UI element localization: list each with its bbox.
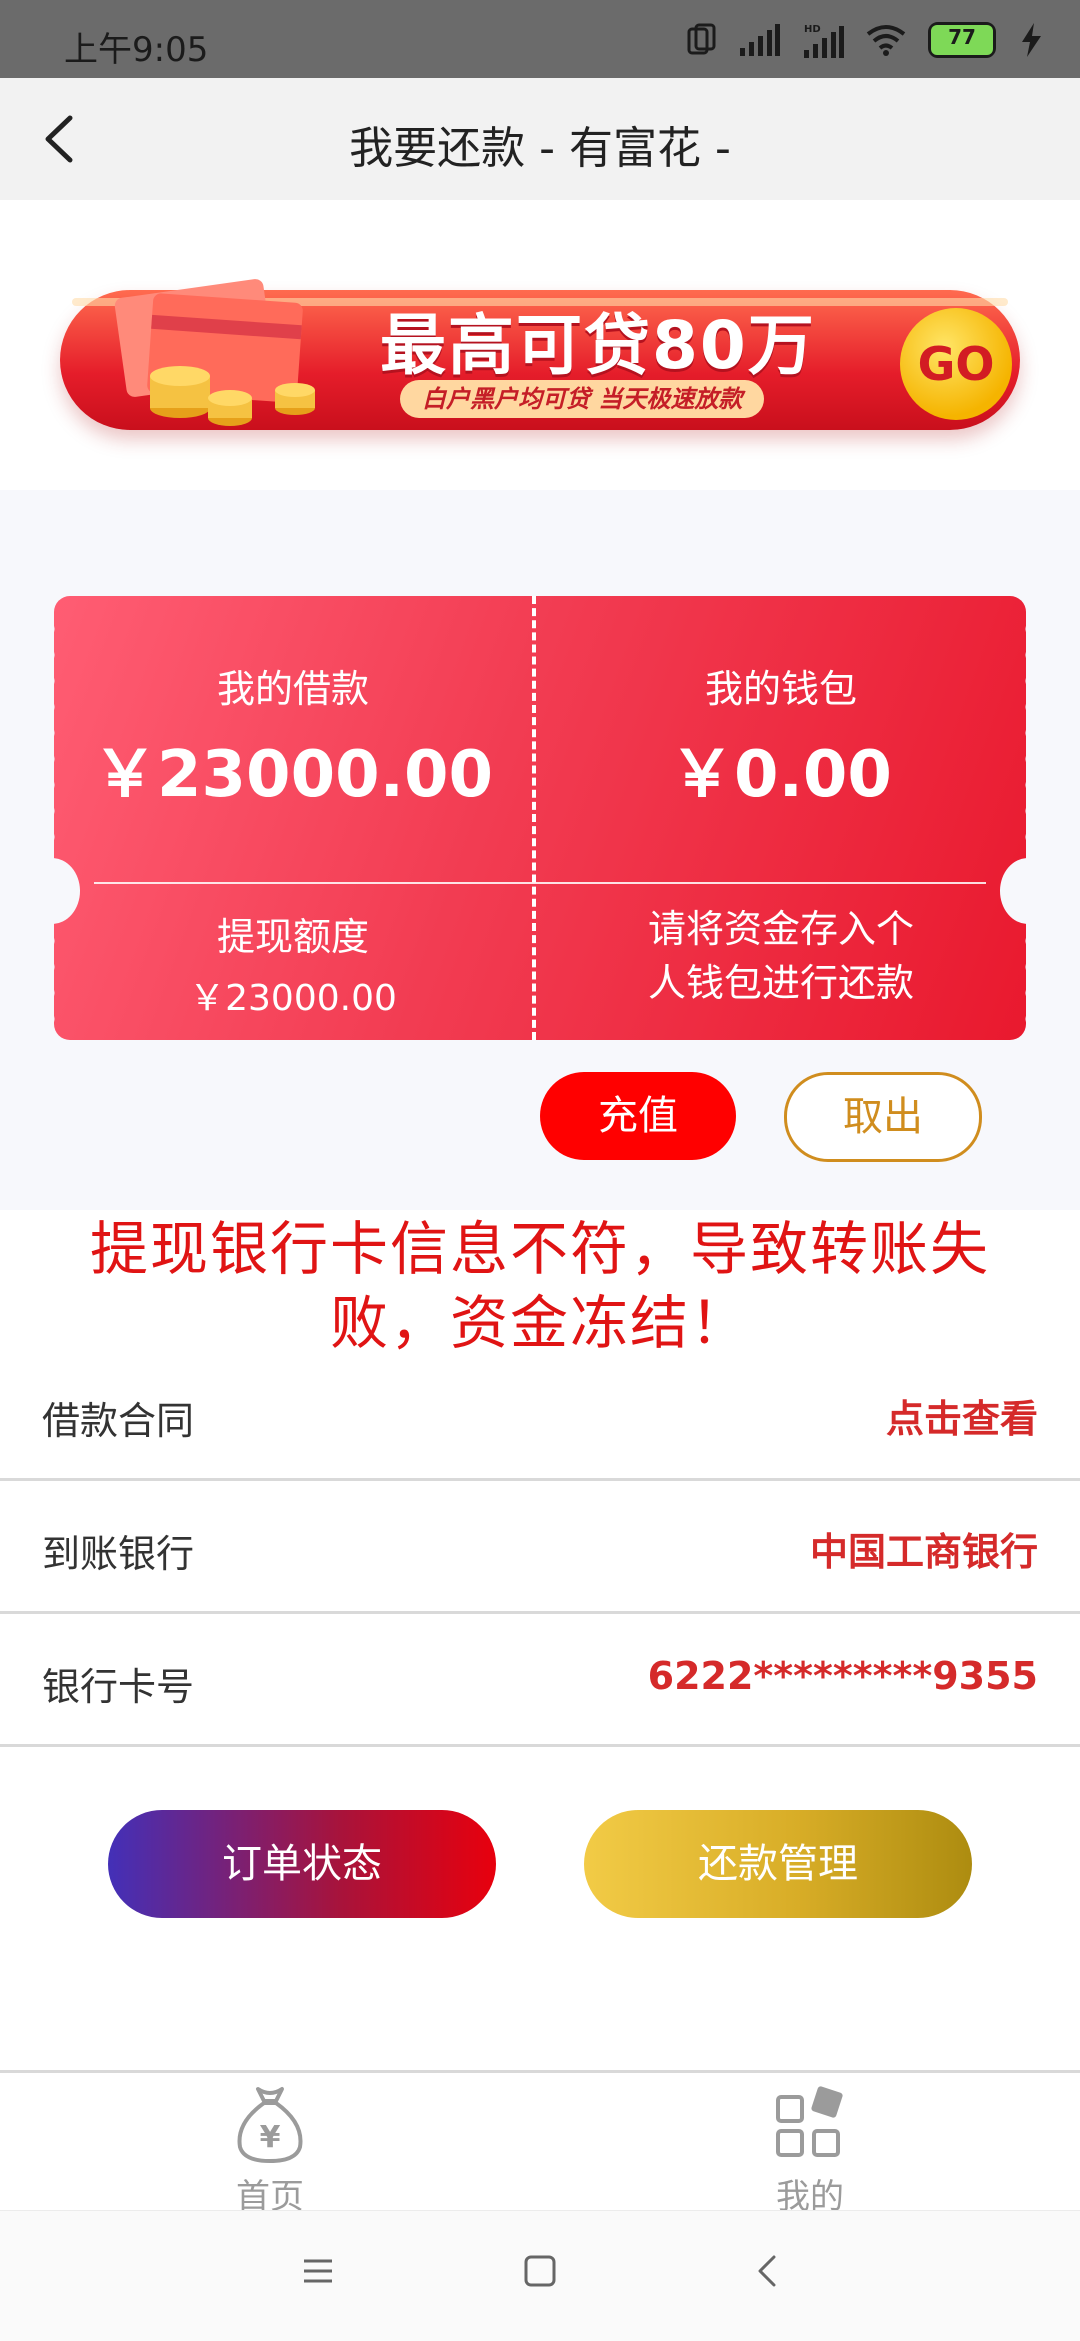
- loan-contract-row[interactable]: 借款合同 点击查看: [0, 1348, 1080, 1481]
- my-wallet-label: 我的钱包: [704, 667, 857, 711]
- banner-headline: 最高可贷80万: [380, 307, 816, 384]
- loan-info-list: 借款合同 点击查看 到账银行 中国工商银行 银行卡号 6222*********…: [0, 1348, 1080, 1747]
- withdraw-limit-label: 提现额度: [216, 915, 369, 959]
- card-number-row: 银行卡号 6222*********9355: [0, 1614, 1080, 1747]
- row-label: 借款合同: [42, 1399, 195, 1443]
- hd-signal-icon: HD: [804, 24, 844, 58]
- frozen-funds-warning: 提现银行卡信息不符，导致转账失败，资金冻结！: [89, 1215, 990, 1357]
- my-wallet-cell: 我的钱包 ￥0.00: [536, 658, 1026, 815]
- view-contract-link[interactable]: 点击查看: [886, 1388, 1038, 1443]
- order-status-button[interactable]: 订单状态: [108, 1810, 496, 1918]
- wallet-ticket-card: 我的借款 ￥23000.00 我的钱包 ￥0.00 提现额度 ￥23000.00…: [54, 596, 1026, 1040]
- repayment-management-button[interactable]: 还款管理: [584, 1810, 972, 1918]
- cards-coins-illustration: [114, 279, 315, 426]
- page-title: 我要还款 - 有富花 -: [349, 123, 731, 174]
- system-navigation-bar: [0, 2210, 1080, 2341]
- wallet-notice-cell: 请将资金存入个 人钱包进行还款: [536, 902, 1026, 1010]
- recharge-button[interactable]: 充值: [540, 1072, 736, 1160]
- grid-apps-icon: [776, 2086, 843, 2157]
- bottom-tab-bar: ¥ 首页 我的: [0, 2070, 1080, 2217]
- signal-icon: [740, 24, 780, 56]
- back-triangle-icon[interactable]: [748, 2251, 788, 2291]
- wifi-icon: [866, 25, 906, 56]
- status-bar: 上午9:05 HD 77: [0, 0, 1080, 78]
- svg-text:HD: HD: [804, 24, 821, 35]
- tab-mine[interactable]: 我的: [730, 2083, 890, 2218]
- my-wallet-amount: ￥0.00: [670, 738, 892, 812]
- withdraw-button[interactable]: 取出: [784, 1072, 982, 1162]
- banner-subtitle: 白户黑户均可贷 当天极速放款: [400, 380, 765, 418]
- ticket-divider-horizontal: [94, 882, 986, 884]
- sim-icon: [687, 23, 716, 55]
- battery-level: 77: [931, 25, 993, 55]
- withdraw-limit-cell: 提现额度 ￥23000.00: [54, 906, 532, 1021]
- loan-promo-banner[interactable]: 最高可贷80万 白户黑户均可贷 当天极速放款 GO: [20, 258, 1060, 458]
- home-square-icon[interactable]: [520, 2251, 560, 2291]
- battery-icon: 77: [928, 22, 996, 58]
- withdraw-limit-amount: ￥23000.00: [189, 978, 397, 1019]
- card-number-value: 6222*********9355: [647, 1654, 1038, 1698]
- bank-name-value: 中国工商银行: [809, 1530, 1038, 1574]
- my-loan-cell: 我的借款 ￥23000.00: [54, 658, 532, 815]
- banner-go-button[interactable]: GO: [900, 308, 1012, 420]
- receiving-bank-row: 到账银行 中国工商银行: [0, 1481, 1080, 1614]
- charging-icon: [1022, 23, 1041, 57]
- money-bag-icon: ¥: [237, 2087, 303, 2163]
- svg-text:¥: ¥: [260, 2120, 281, 2155]
- wallet-notice-line1: 请将资金存入个: [647, 907, 914, 951]
- my-loan-amount: ￥23000.00: [92, 738, 494, 812]
- my-loan-label: 我的借款: [216, 667, 369, 711]
- tab-home[interactable]: ¥ 首页: [190, 2083, 350, 2218]
- menu-icon[interactable]: [298, 2251, 338, 2291]
- wallet-notice-line2: 人钱包进行还款: [647, 961, 914, 1005]
- row-label: 到账银行: [42, 1532, 195, 1576]
- status-icons: HD 77: [686, 20, 1044, 60]
- status-time: 上午9:05: [64, 30, 209, 70]
- top-nav-bar: 我要还款 - 有富花 -: [0, 78, 1080, 200]
- row-label: 银行卡号: [42, 1665, 195, 1709]
